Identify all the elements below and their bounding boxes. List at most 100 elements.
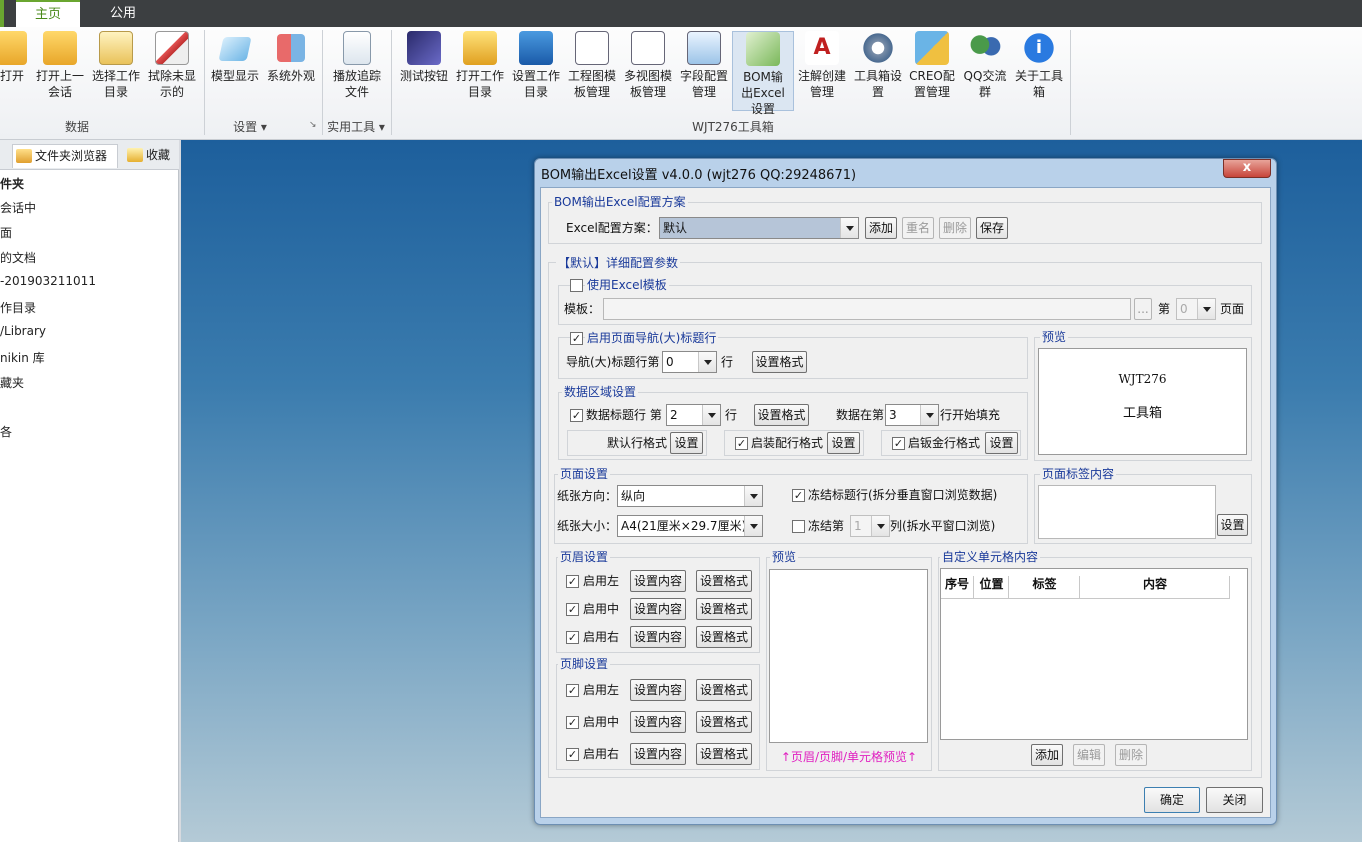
footer-right-content-button[interactable]: 设置内容 <box>630 743 686 765</box>
set-working-dir-button[interactable]: 设置工作目录 <box>508 31 564 111</box>
bom-excel-settings-button[interactable]: BOM输出Excel设置 <box>732 31 794 116</box>
test-button[interactable]: 测试按钮 <box>396 31 452 111</box>
tree-item[interactable]: 面 <box>0 224 12 241</box>
paper-size-select[interactable]: A4(21厘米×29.7厘米) <box>617 515 763 537</box>
header-left-content-button[interactable]: 设置内容 <box>630 570 686 592</box>
footer-center-content-button[interactable]: 设置内容 <box>630 711 686 733</box>
tree-item[interactable]: 藏夹 <box>0 374 24 391</box>
tab-public[interactable]: 公用 <box>96 0 150 27</box>
open-working-dir-button[interactable]: 打开工作目录 <box>452 31 508 111</box>
column-header-index[interactable]: 序号 <box>941 576 974 598</box>
custom-cell-add-button[interactable]: 添加 <box>1031 744 1063 766</box>
nav-title-format-button[interactable]: 设置格式 <box>752 351 807 373</box>
about-toolbox-button[interactable]: i 关于工具箱 <box>1012 31 1066 111</box>
footer-center-format-button[interactable]: 设置格式 <box>696 711 752 733</box>
footer-center-checkbox[interactable]: ✓ <box>566 716 579 729</box>
scheme-delete-button[interactable]: 删除 <box>939 217 971 239</box>
column-header-position[interactable]: 位置 <box>975 576 1009 598</box>
erase-not-displayed-button[interactable]: 拭除未显示的 <box>144 31 200 111</box>
ok-button[interactable]: 确定 <box>1144 787 1200 813</box>
tree-item[interactable]: /Library <box>0 324 46 338</box>
freeze-col-checkbox[interactable] <box>792 520 805 533</box>
tree-item[interactable]: 会话中 <box>0 199 36 216</box>
template-browse-button[interactable]: ... <box>1134 298 1152 320</box>
assembly-row-checkbox[interactable]: ✓ <box>735 437 748 450</box>
tab-home[interactable]: 主页 <box>16 0 80 27</box>
scheme-rename-button[interactable]: 重名 <box>902 217 934 239</box>
nav-title-row-select[interactable]: 0 <box>662 351 717 373</box>
page-tag-input[interactable] <box>1038 485 1216 539</box>
row-suffix-label: 行 <box>725 408 738 422</box>
preview-line1: WJT276 <box>1118 372 1167 386</box>
header-right-content-button[interactable]: 设置内容 <box>630 626 686 648</box>
open-button[interactable]: 打开 <box>0 31 30 111</box>
tree-item[interactable]: 件夹 <box>0 175 24 192</box>
header-right-checkbox[interactable]: ✓ <box>566 631 579 644</box>
use-template-checkbox[interactable] <box>570 279 583 292</box>
open-last-session-button[interactable]: 打开上一会话 <box>32 31 88 111</box>
footer-right-checkbox[interactable]: ✓ <box>566 748 579 761</box>
data-title-row-select[interactable]: 2 <box>666 404 721 426</box>
play-trail-file-button[interactable]: 播放追踪文件 <box>328 31 386 111</box>
dialog-launcher-icon[interactable]: ↘ <box>309 120 317 130</box>
page-tag-set-button[interactable]: 设置 <box>1217 514 1248 536</box>
model-display-button[interactable]: 模型显示 <box>207 31 263 111</box>
row-suffix-label: 行 <box>721 355 734 369</box>
template-path-input[interactable] <box>603 298 1131 320</box>
data-title-row-checkbox[interactable]: ✓ <box>570 409 583 422</box>
drawing-template-button[interactable]: 工程图模板管理 <box>564 31 620 111</box>
preview-group-title: 预览 <box>1040 330 1069 344</box>
tree-item[interactable]: nikin 库 <box>0 349 45 366</box>
tree-item[interactable]: -201903211011 <box>0 274 96 288</box>
field-config-button[interactable]: 字段配置管理 <box>676 31 732 111</box>
tree-item[interactable]: 的文档 <box>0 249 36 266</box>
toolbox-settings-button[interactable]: 工具箱设置 <box>850 31 906 111</box>
column-header-label[interactable]: 标签 <box>1010 576 1080 598</box>
tree-item[interactable]: 作目录 <box>0 299 36 316</box>
data-title-format-button[interactable]: 设置格式 <box>754 404 809 426</box>
freeze-title-checkbox[interactable]: ✓ <box>792 489 805 502</box>
custom-cell-edit-button[interactable]: 编辑 <box>1073 744 1105 766</box>
dialog-close-button[interactable]: x <box>1223 159 1271 178</box>
paper-orient-select[interactable]: 纵向 <box>617 485 763 507</box>
system-appearance-button[interactable]: 系统外观 <box>263 31 319 111</box>
footer-right-format-button[interactable]: 设置格式 <box>696 743 752 765</box>
header-left-format-button[interactable]: 设置格式 <box>696 570 752 592</box>
header-center-content-button[interactable]: 设置内容 <box>630 598 686 620</box>
freeze-col-select[interactable]: 1 <box>850 515 890 537</box>
group-label-settings[interactable]: 设置 ▾ <box>224 118 276 135</box>
select-working-dir-button[interactable]: 选择工作目录 <box>88 31 144 111</box>
scheme-add-button[interactable]: 添加 <box>865 217 897 239</box>
footer-group-title: 页脚设置 <box>558 657 611 671</box>
creo-config-button[interactable]: CREO配置管理 <box>906 31 958 111</box>
page-tag-title: 页面标签内容 <box>1040 467 1117 481</box>
tree-item[interactable]: 各 <box>0 423 12 440</box>
qq-group-button[interactable]: QQ交流群 <box>958 31 1012 111</box>
tab-favorites[interactable]: 收藏 <box>124 144 176 168</box>
footer-left-format-button[interactable]: 设置格式 <box>696 679 752 701</box>
data-start-select[interactable]: 3 <box>885 404 939 426</box>
cell-preview-note: ↑页眉/页脚/单元格预览↑ <box>780 750 918 764</box>
column-header-content[interactable]: 内容 <box>1081 576 1230 598</box>
header-center-checkbox[interactable]: ✓ <box>566 603 579 616</box>
cell-preview-box <box>769 569 928 743</box>
tab-folder-browser[interactable]: 文件夹浏览器 <box>12 144 118 168</box>
header-right-format-button[interactable]: 设置格式 <box>696 626 752 648</box>
scheme-save-button[interactable]: 保存 <box>976 217 1008 239</box>
assembly-row-set-button[interactable]: 设置 <box>827 432 860 454</box>
annotation-create-button[interactable]: A 注解创建管理 <box>794 31 850 111</box>
page-select[interactable]: 0 <box>1176 298 1216 320</box>
default-row-set-button[interactable]: 设置 <box>670 432 703 454</box>
custom-cell-delete-button[interactable]: 删除 <box>1115 744 1147 766</box>
scheme-select[interactable]: 默认 <box>659 217 859 239</box>
multiview-template-button[interactable]: 多视图模板管理 <box>620 31 676 111</box>
header-center-format-button[interactable]: 设置格式 <box>696 598 752 620</box>
footer-left-checkbox[interactable]: ✓ <box>566 684 579 697</box>
nav-title-checkbox[interactable]: ✓ <box>570 332 583 345</box>
close-button[interactable]: 关闭 <box>1206 787 1263 813</box>
group-label-tools[interactable]: 实用工具 ▾ <box>324 118 388 135</box>
sheetmetal-row-checkbox[interactable]: ✓ <box>892 437 905 450</box>
header-left-checkbox[interactable]: ✓ <box>566 575 579 588</box>
footer-left-content-button[interactable]: 设置内容 <box>630 679 686 701</box>
sheetmetal-row-set-button[interactable]: 设置 <box>985 432 1018 454</box>
